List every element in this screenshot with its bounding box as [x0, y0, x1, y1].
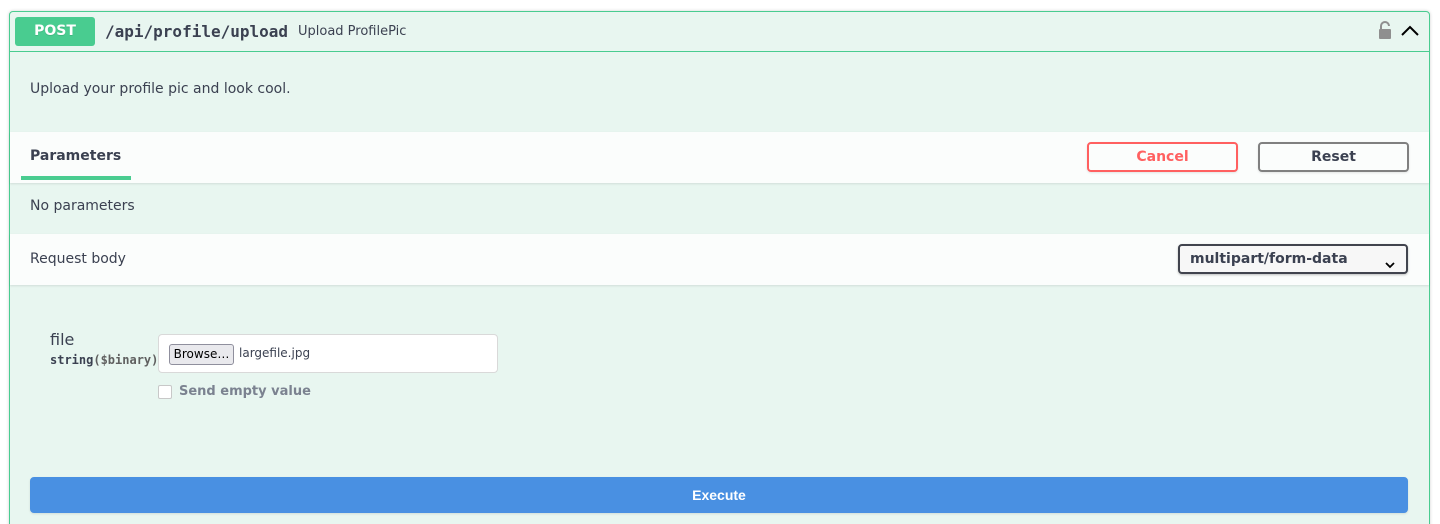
file-input[interactable]: Browse… largefile.jpg	[158, 334, 498, 373]
no-parameters-text: No parameters	[30, 198, 135, 214]
tab-parameters[interactable]: Parameters	[21, 132, 131, 180]
operation-summary-text: Upload ProfilePic	[298, 24, 407, 39]
description-text: Upload your profile pic and look cool.	[30, 81, 291, 97]
endpoint-path: /api/profile/upload	[105, 22, 289, 41]
method-badge: POST	[15, 17, 95, 46]
request-body-label: Request body	[30, 251, 126, 267]
operation-summary[interactable]: POST /api/profile/upload Upload ProfileP…	[10, 12, 1429, 52]
content-type-select[interactable]: multipart/form-data	[1178, 244, 1408, 274]
send-empty-value-checkbox[interactable]	[158, 385, 172, 399]
tab-parameters-label: Parameters	[30, 148, 122, 164]
selected-file-name: largefile.jpg	[239, 346, 311, 360]
cancel-button[interactable]: Cancel	[1087, 142, 1238, 172]
chevron-down-icon	[1384, 255, 1396, 269]
operation-description: Upload your profile pic and look cool.	[10, 52, 1429, 132]
operation-block: POST /api/profile/upload Upload ProfileP…	[9, 11, 1430, 524]
chevron-up-icon[interactable]	[1399, 21, 1421, 39]
field-type-format: ($binary)	[93, 353, 159, 367]
field-name: file	[50, 330, 75, 349]
execute-button[interactable]: Execute	[30, 477, 1408, 513]
parameters-header: Parameters Cancel Reset	[10, 132, 1429, 183]
content-type-value: multipart/form-data	[1190, 251, 1348, 267]
lock-icon[interactable]	[1377, 20, 1393, 40]
send-empty-value-label[interactable]: Send empty value	[179, 384, 311, 399]
field-type: string($binary)	[50, 353, 158, 367]
request-body-header: Request body multipart/form-data	[10, 234, 1429, 285]
field-type-name: string	[50, 353, 94, 367]
browse-button[interactable]: Browse…	[169, 344, 234, 365]
reset-button[interactable]: Reset	[1258, 142, 1409, 172]
